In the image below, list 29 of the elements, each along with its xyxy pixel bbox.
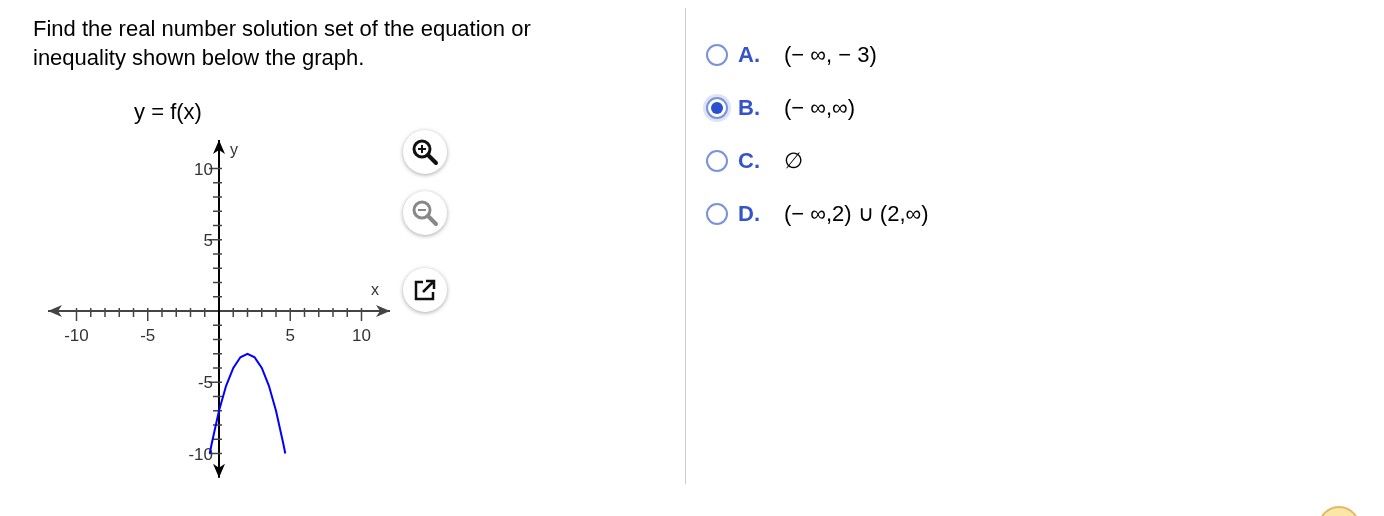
- radio-button[interactable]: [706, 97, 728, 119]
- tick-label: -10: [64, 326, 89, 345]
- zoom-out-icon: [410, 198, 440, 228]
- popout-button[interactable]: [403, 268, 447, 312]
- tick-label: 10: [352, 326, 371, 345]
- tick-label: 10: [194, 159, 213, 179]
- option-letter: C.: [738, 148, 761, 174]
- axis-label: y: [230, 141, 238, 158]
- axis-label: x: [371, 281, 379, 298]
- option-text: (− ∞,2) ∪ (2,∞): [784, 201, 929, 227]
- tick-label: -5: [140, 326, 156, 345]
- tick-label: 5: [203, 230, 213, 250]
- zoom-in-button[interactable]: [403, 130, 447, 174]
- radio-button[interactable]: [706, 150, 728, 172]
- radio-button[interactable]: [706, 203, 728, 225]
- option-text: (− ∞, − 3): [784, 42, 877, 68]
- tick-label: -5: [197, 373, 213, 393]
- question-text: Find the real number solution set of the equation or inequality shown below the graph.: [33, 15, 532, 72]
- option-letter: B.: [738, 95, 761, 121]
- tick-label: 5: [285, 326, 295, 345]
- tick-label: -10: [188, 444, 213, 464]
- zoom-in-icon: [410, 137, 440, 167]
- option-text: ∅: [784, 148, 803, 174]
- option-letter: A.: [738, 42, 761, 68]
- option-text: (− ∞,∞): [784, 95, 856, 121]
- radio-button[interactable]: [706, 44, 728, 66]
- popout-icon: [413, 278, 437, 302]
- chart-title: y = f(x): [134, 99, 202, 124]
- option-letter: D.: [738, 201, 761, 227]
